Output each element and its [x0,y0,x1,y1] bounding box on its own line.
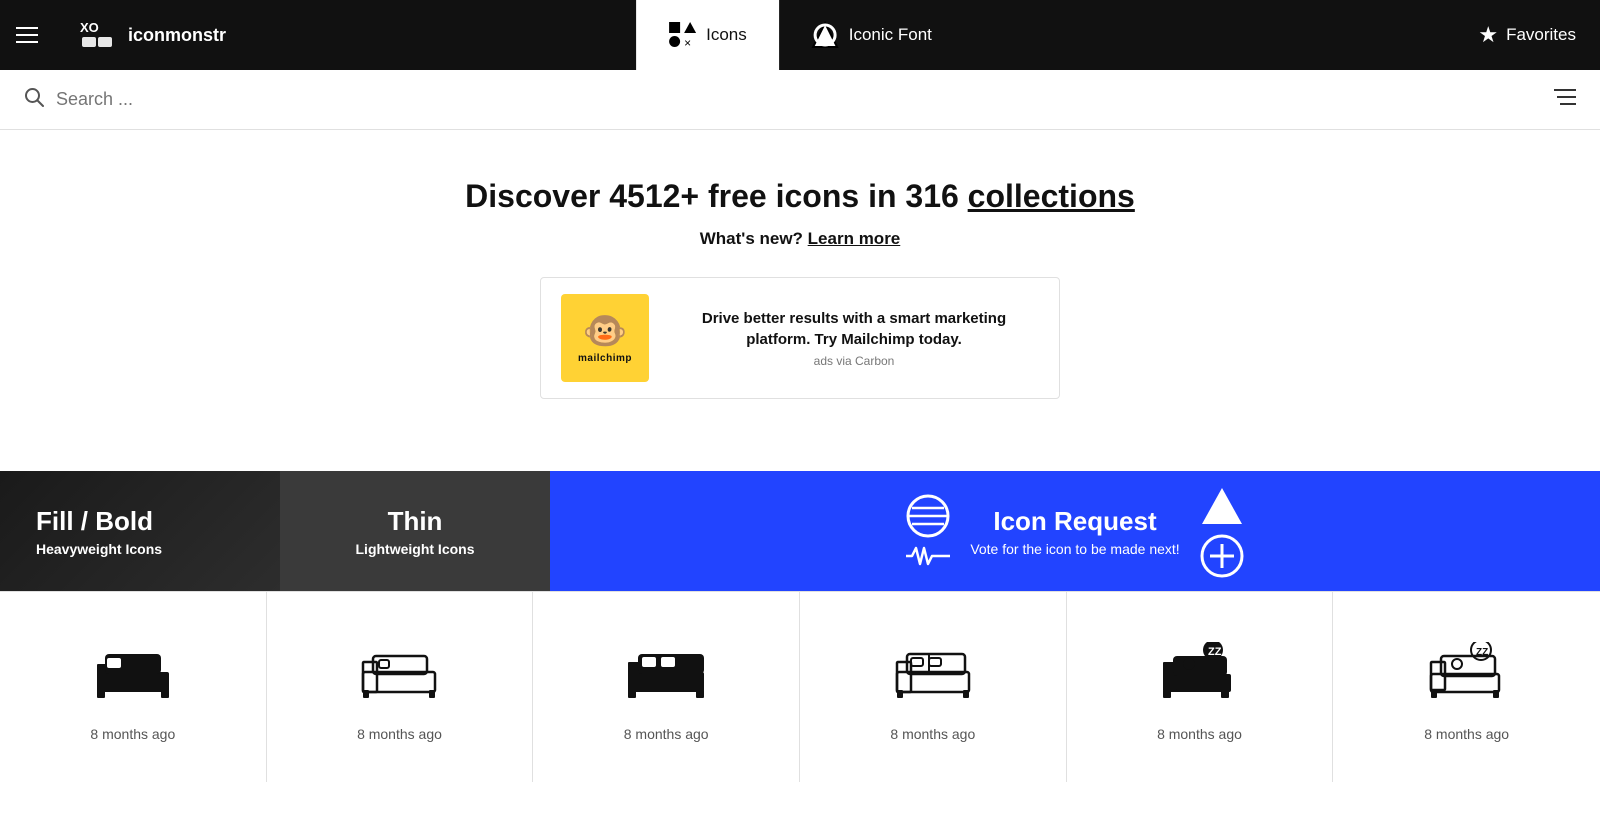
icon-cell-3[interactable]: 8 months ago [533,592,800,782]
icon-cell-4[interactable]: 8 months ago [800,592,1067,782]
tab-icons[interactable]: × Icons [636,0,779,70]
navbar: XO iconmonstr × Icons [0,0,1600,70]
bed-icon-4 [893,642,973,702]
icon-cell-2[interactable]: 8 months ago [267,592,534,782]
icon-cell-3-time: 8 months ago [624,726,709,742]
mailchimp-icon: 🐵 [583,313,628,349]
icon-cell-5[interactable]: ZZ 8 months ago [1067,592,1334,782]
whats-new-text: What's new? [700,229,808,248]
ad-logo: 🐵 mailchimp [561,294,649,382]
fill-bold-sublabel: Heavyweight Icons [36,541,162,557]
nav-center: × Icons Iconic Font [636,0,964,70]
icon-cell-2-time: 8 months ago [357,726,442,742]
hero-title: Discover 4512+ free icons in 316 collect… [24,178,1576,215]
filter-icon-request[interactable]: Icon Request Vote for the icon to be mad… [550,471,1600,591]
search-input[interactable] [56,89,1542,110]
thin-label: Thin [388,506,443,537]
ad-headline: Drive better results with a smart market… [669,308,1039,350]
favorites-button[interactable]: ★ Favorites [1454,0,1600,70]
filter-fill-bold[interactable]: Fill / Bold Heavyweight Icons [0,471,280,591]
icons-tab-icon: × [668,21,696,49]
brand-name: iconmonstr [128,25,226,46]
bed-icon-3 [626,642,706,702]
learn-more-link[interactable]: Learn more [808,229,901,248]
hero-section: Discover 4512+ free icons in 316 collect… [0,130,1600,435]
tab-icons-label: Icons [706,25,747,45]
star-icon: ★ [1478,22,1498,48]
icon-cell-1-time: 8 months ago [90,726,175,742]
tab-iconic-font-label: Iconic Font [849,25,932,45]
svg-text:XO: XO [80,20,99,35]
hero-title-start: Discover 4512+ free icons in 316 [465,178,968,214]
menu-button[interactable] [0,0,54,70]
icon-cell-5-time: 8 months ago [1157,726,1242,742]
ad-banner[interactable]: 🐵 mailchimp Drive better results with a … [540,277,1060,399]
bed-icon-2 [359,642,439,702]
svg-text:×: × [684,36,691,49]
collections-link[interactable]: collections [968,178,1135,214]
favorites-label: Favorites [1506,25,1576,45]
ad-text: Drive better results with a smart market… [669,308,1039,368]
svg-text:ZZ: ZZ [1208,646,1222,658]
filter-button[interactable] [1554,88,1576,112]
hamburger-icon [16,27,38,43]
thin-sublabel: Lightweight Icons [356,541,475,557]
icon-grid: 8 months ago 8 months ago 8 months ago [0,591,1600,782]
request-sub: Vote for the icon to be made next! [970,541,1179,557]
bed-icon-6: ZZ [1427,642,1507,702]
bed-icon-1 [93,642,173,702]
search-bar [0,70,1600,130]
filter-thin[interactable]: Thin Lightweight Icons [280,471,550,591]
icon-cell-6[interactable]: ZZ 8 months ago [1333,592,1600,782]
fill-bold-label: Fill / Bold [36,506,153,537]
icon-cell-1[interactable]: 8 months ago [0,592,267,782]
request-text: Icon Request Vote for the icon to be mad… [970,506,1179,557]
request-icons-right [1200,484,1244,578]
ad-logo-text: mailchimp [578,353,632,364]
ad-note: ads via Carbon [669,354,1039,368]
icon-cell-6-time: 8 months ago [1424,726,1509,742]
brand-icon: XO [78,15,118,55]
icon-cell-4-time: 8 months ago [890,726,975,742]
tab-iconic-font[interactable]: Iconic Font [779,0,964,70]
search-icon [24,87,44,113]
bed-icon-5: ZZ [1159,642,1239,702]
brand-logo[interactable]: XO iconmonstr [54,0,250,70]
request-title: Icon Request [970,506,1179,537]
iconic-font-tab-icon [811,21,839,49]
svg-text:ZZ: ZZ [1476,647,1488,658]
request-icons-left [906,494,950,568]
hero-subtitle: What's new? Learn more [24,229,1576,249]
filter-strip: Fill / Bold Heavyweight Icons Thin Light… [0,471,1600,591]
